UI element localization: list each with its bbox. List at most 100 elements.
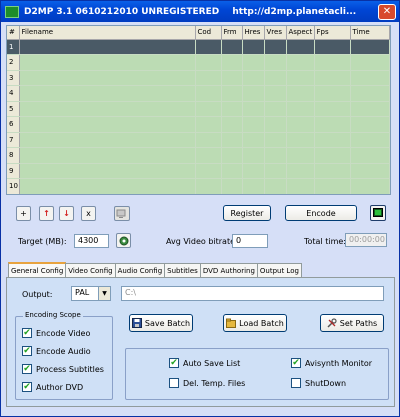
- table-cell: [221, 178, 243, 194]
- remove-file-button[interactable]: x: [81, 206, 96, 221]
- table-cell: [19, 70, 196, 86]
- chevron-down-icon[interactable]: ▼: [98, 287, 110, 300]
- output-path-input[interactable]: C:\: [121, 286, 384, 301]
- column-header-vres[interactable]: Vres: [264, 26, 287, 40]
- table-cell: [314, 101, 351, 117]
- title-bar[interactable]: D2MP 3.1 0610212010 UNREGISTERED http://…: [1, 1, 399, 22]
- checkbox-empty-icon: [169, 378, 179, 388]
- table-cell: [19, 132, 196, 148]
- output-window-button[interactable]: [370, 205, 386, 221]
- table-row[interactable]: 5: [7, 101, 390, 117]
- table-cell: [195, 147, 222, 164]
- table-row[interactable]: 10: [7, 178, 390, 194]
- table-cell: [242, 70, 265, 86]
- column-header-hres[interactable]: Hres: [242, 26, 265, 40]
- table-cell: [19, 147, 196, 164]
- tab-dvd-authoring[interactable]: DVD Authoring: [199, 263, 258, 277]
- table-cell: [242, 147, 265, 164]
- remove-icon: x: [86, 209, 91, 218]
- output-format-select[interactable]: PAL ▼: [71, 286, 111, 301]
- encode-video-checkbox[interactable]: ✔ Encode Video: [22, 328, 90, 338]
- table-cell: [314, 178, 351, 194]
- column-header-time[interactable]: Time: [350, 26, 390, 40]
- table-cell: [264, 85, 287, 102]
- table-cell: [350, 101, 390, 117]
- table-row[interactable]: 2: [7, 54, 390, 71]
- column-header-aspect[interactable]: Aspect: [286, 26, 315, 40]
- row-number: 1: [7, 39, 20, 55]
- target-calc-button[interactable]: [116, 233, 131, 248]
- table-cell: [286, 70, 315, 86]
- table-row[interactable]: 1: [7, 39, 390, 55]
- tab-video-config[interactable]: Video Config: [65, 263, 116, 277]
- encode-button[interactable]: Encode: [285, 205, 357, 221]
- column-header-number[interactable]: #: [7, 26, 20, 40]
- move-up-button[interactable]: ↑: [39, 206, 54, 221]
- shutdown-checkbox[interactable]: ShutDown: [291, 378, 346, 388]
- auto-save-list-checkbox[interactable]: ✔ Auto Save List: [169, 358, 240, 368]
- table-cell: [221, 54, 243, 71]
- preview-button[interactable]: [114, 206, 130, 221]
- set-paths-button[interactable]: Set Paths: [320, 314, 384, 332]
- add-file-button[interactable]: +: [16, 206, 31, 221]
- column-header-codec[interactable]: Cod: [195, 26, 222, 40]
- table-cell: [264, 70, 287, 86]
- total-time-value: 00:00:00: [345, 233, 387, 247]
- app-window: D2MP 3.1 0610212010 UNREGISTERED http://…: [0, 0, 400, 417]
- table-cell: [195, 116, 222, 133]
- general-config-panel: Output: PAL ▼ C:\ Encoding Scope ✔ Encode…: [6, 277, 395, 407]
- register-button[interactable]: Register: [223, 205, 271, 221]
- total-time-label: Total time:: [304, 237, 346, 246]
- tab-general-config[interactable]: General Config: [8, 262, 67, 277]
- table-cell: [19, 85, 196, 102]
- process-subtitles-checkbox[interactable]: ✔ Process Subtitles: [22, 364, 104, 374]
- row-number: 9: [7, 163, 20, 179]
- tab-output-log[interactable]: Output Log: [256, 263, 302, 277]
- output-format-value: PAL: [75, 288, 90, 297]
- table-cell: [221, 39, 243, 55]
- close-icon[interactable]: ✕: [378, 3, 396, 20]
- table-row[interactable]: 3: [7, 70, 390, 86]
- table-cell: [19, 54, 196, 71]
- table-row[interactable]: 4: [7, 85, 390, 102]
- tab-subtitles[interactable]: Subtitles: [164, 263, 201, 277]
- table-cell: [19, 116, 196, 133]
- table-cell: [314, 70, 351, 86]
- del-temp-files-label: Del. Temp. Files: [183, 378, 246, 388]
- save-batch-button[interactable]: Save Batch: [129, 314, 193, 332]
- table-cell: [19, 101, 196, 117]
- target-size-input[interactable]: 4300: [74, 234, 109, 248]
- table-cell: [221, 101, 243, 117]
- table-row[interactable]: 9: [7, 163, 390, 179]
- table-cell: [264, 163, 287, 179]
- table-cell: [286, 178, 315, 194]
- column-header-fps[interactable]: Fps: [314, 26, 351, 40]
- column-header-filename[interactable]: Filename: [19, 26, 196, 40]
- file-list-grid[interactable]: # Filename Cod Frm Hres Vres Aspect Fps …: [6, 25, 391, 195]
- avisynth-monitor-checkbox[interactable]: ✔ Avisynth Monitor: [291, 358, 372, 368]
- encode-audio-checkbox[interactable]: ✔ Encode Audio: [22, 346, 91, 356]
- table-row[interactable]: 6: [7, 116, 390, 133]
- folder-open-icon: [226, 318, 237, 328]
- table-cell: [221, 85, 243, 102]
- avg-bitrate-input[interactable]: 0: [232, 234, 268, 248]
- checkmark-icon: ✔: [22, 345, 32, 356]
- del-temp-files-checkbox[interactable]: Del. Temp. Files: [169, 378, 245, 388]
- table-cell: [286, 116, 315, 133]
- tab-audio-config[interactable]: Audio Config: [114, 263, 166, 277]
- table-row[interactable]: 7: [7, 132, 390, 148]
- row-number: 8: [7, 147, 20, 164]
- plus-icon: +: [20, 209, 27, 218]
- set-paths-label: Set Paths: [339, 318, 378, 328]
- column-header-frames[interactable]: Frm: [221, 26, 243, 40]
- encode-audio-label: Encode Audio: [36, 346, 91, 356]
- load-batch-button[interactable]: Load Batch: [223, 314, 287, 332]
- table-row[interactable]: 8: [7, 147, 390, 164]
- table-cell: [350, 85, 390, 102]
- avisynth-monitor-label: Avisynth Monitor: [305, 358, 373, 368]
- table-cell: [286, 39, 315, 55]
- move-down-button[interactable]: ↓: [59, 206, 74, 221]
- process-subtitles-label: Process Subtitles: [36, 364, 104, 374]
- author-dvd-checkbox[interactable]: ✔ Author DVD: [22, 382, 83, 392]
- table-cell: [350, 132, 390, 148]
